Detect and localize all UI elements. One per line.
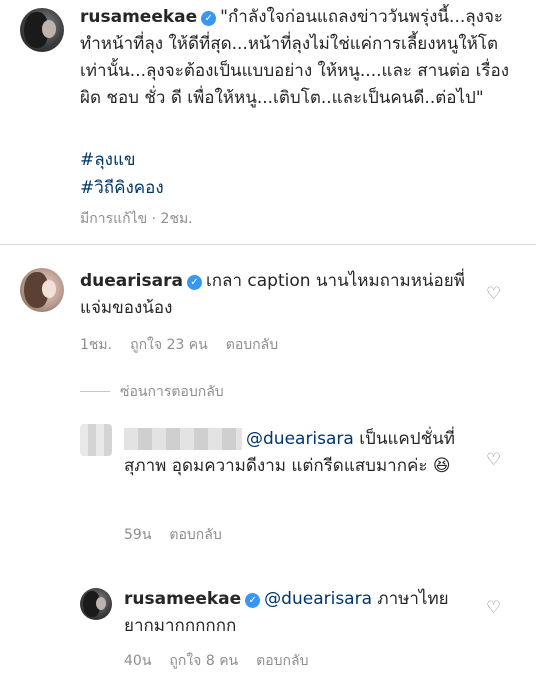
reply-mention[interactable]: @duearisara — [246, 429, 354, 449]
heart-outline-icon[interactable]: ♡ — [486, 598, 501, 618]
reply-mention[interactable]: @duearisara — [264, 589, 372, 609]
heart-outline-icon[interactable]: ♡ — [486, 284, 501, 304]
caption-text: rusameekae ✓ "กำลังใจก่อนแถลงข่าววันพรุ่งน… — [80, 4, 522, 112]
comment-time: 1ชม. — [80, 337, 113, 353]
verified-badge-icon: ✓ — [186, 275, 202, 290]
avatar[interactable] — [80, 424, 112, 456]
comment-text: duearisara ✓ เกลา caption นานไหมถามหน่อยพี… — [80, 268, 472, 322]
comment-meta: 1ชม. ถูกใจ 23 คน ตอบกลับ — [80, 334, 296, 356]
comment-likes[interactable]: ถูกใจ 23 คน — [130, 337, 208, 353]
reply-button[interactable]: ตอบกลับ — [169, 527, 221, 543]
reply-likes[interactable]: ถูกใจ 8 คน — [169, 653, 238, 669]
reply-text: rusameekae ✓ @duearisara ภาษาไทยยากมากกกกก… — [124, 586, 476, 640]
avatar[interactable] — [20, 268, 64, 312]
hide-replies-line — [80, 391, 110, 392]
verified-badge-icon: ✓ — [245, 593, 261, 608]
reply-meta: 59น ตอบกลับ — [124, 524, 240, 546]
reply-text: @duearisara เป็นแคปชั่นที่สุภาพ อุดมความ… — [124, 426, 474, 480]
hide-replies-button[interactable]: ซ่อนการตอบกลับ — [120, 381, 224, 403]
hashtag-2[interactable]: #วิถีคิงคอง — [80, 174, 164, 201]
reply-time: 40น — [124, 653, 152, 669]
reply-button[interactable]: ตอบกลับ — [256, 653, 308, 669]
verified-badge-icon: ✓ — [201, 11, 217, 26]
caption-meta: มีการแก้ไข · 2ชม. — [80, 211, 193, 227]
caption-username[interactable]: rusameekae — [80, 7, 197, 27]
divider — [0, 244, 536, 245]
reply-time: 59น — [124, 527, 152, 543]
reply-button[interactable]: ตอบกลับ — [226, 337, 278, 353]
heart-outline-icon[interactable]: ♡ — [486, 450, 501, 470]
hashtag-1[interactable]: #ลุงแข — [80, 146, 136, 173]
reply-meta: 40น ถูกใจ 8 คน ตอบกลับ — [124, 650, 326, 672]
avatar[interactable] — [80, 588, 112, 620]
comment-username[interactable]: duearisara — [80, 271, 183, 291]
avatar[interactable] — [20, 8, 64, 52]
reply-username[interactable]: rusameekae — [124, 589, 241, 609]
